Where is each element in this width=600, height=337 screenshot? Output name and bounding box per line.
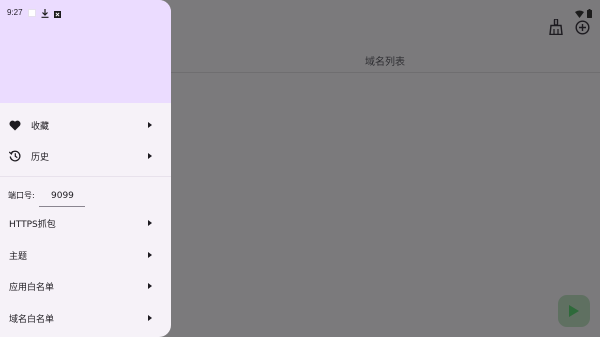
start-capture-button[interactable] xyxy=(558,295,590,327)
drawer-item-https-capture[interactable]: HTTPS抓包 xyxy=(0,209,171,237)
drawer-item-label: 域名白名单 xyxy=(9,314,55,325)
drawer-item-label: 收藏 xyxy=(31,121,50,132)
drawer-item-theme[interactable]: 主题 xyxy=(0,241,171,269)
add-button[interactable] xyxy=(574,19,590,39)
heart-icon xyxy=(9,119,21,131)
drawer-item-label: 应用白名单 xyxy=(9,282,55,293)
tab-divider xyxy=(170,72,600,73)
navigation-drawer: 9:27 收藏 历史 端口号: 9099 HTTPS抓包 主题 应用白名单 域名… xyxy=(0,0,171,337)
status-bar-left: 9:27 xyxy=(7,3,61,22)
chevron-right-icon xyxy=(148,220,152,226)
chevron-right-icon xyxy=(148,153,152,159)
broom-icon xyxy=(549,18,563,39)
download-icon xyxy=(41,3,49,22)
drawer-item-history[interactable]: 历史 xyxy=(0,142,171,170)
chevron-right-icon xyxy=(148,283,152,289)
drawer-item-label: 主题 xyxy=(9,251,28,262)
close-box-icon xyxy=(53,3,61,22)
drawer-header: 9:27 xyxy=(0,0,171,103)
chevron-right-icon xyxy=(148,122,152,128)
port-input[interactable] xyxy=(39,185,85,207)
add-circle-icon xyxy=(574,19,590,39)
drawer-item-domain-whitelist[interactable]: 域名白名单 xyxy=(0,304,171,332)
port-label: 端口号: xyxy=(8,191,35,200)
drawer-item-app-whitelist[interactable]: 应用白名单 xyxy=(0,272,171,300)
toolbar-actions xyxy=(548,18,590,39)
drawer-item-favorites[interactable]: 收藏 xyxy=(0,111,171,139)
chevron-right-icon xyxy=(148,315,152,321)
app-notification-icon xyxy=(27,8,36,17)
clear-button[interactable] xyxy=(548,18,564,39)
domain-list-tab[interactable]: 域名列表 xyxy=(170,53,600,68)
drawer-item-label: 历史 xyxy=(31,152,50,163)
play-icon xyxy=(569,302,579,321)
drawer-divider xyxy=(0,176,171,177)
chevron-right-icon xyxy=(148,252,152,258)
status-time: 9:27 xyxy=(7,8,23,17)
history-icon xyxy=(9,150,21,162)
drawer-item-label: HTTPS抓包 xyxy=(9,219,56,230)
